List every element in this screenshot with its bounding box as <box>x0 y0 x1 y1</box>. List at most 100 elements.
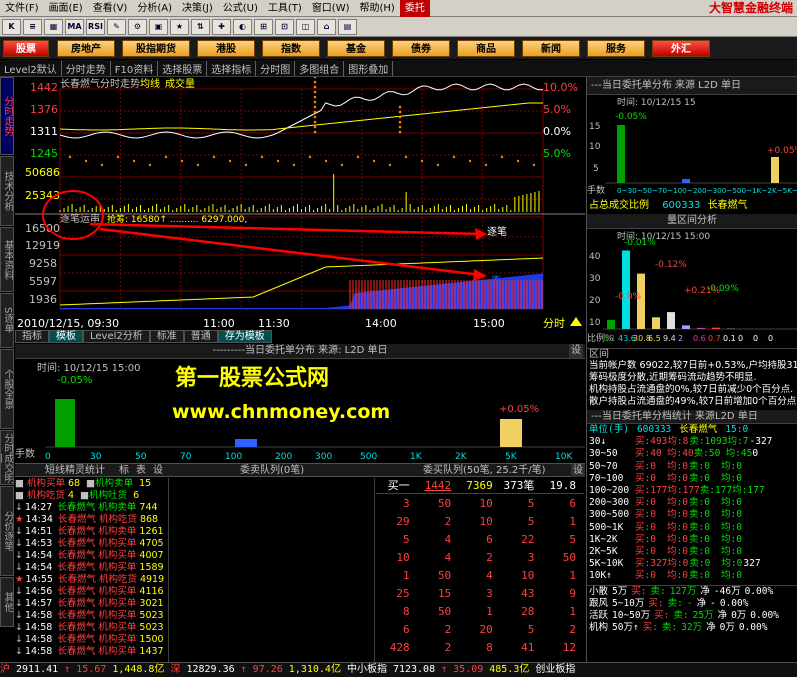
dist-row-label: 手数 <box>15 447 35 460</box>
sprite-row[interactable]: ↓ 14:51 长春燃气 机构卖单 1261 <box>15 526 167 538</box>
sprite-row[interactable]: ↓ 14:27 长春燃气 机构卖单 744 <box>15 502 167 514</box>
menu-analysis[interactable]: 分析(A) <box>132 0 177 17</box>
subbar-item-5[interactable]: 分时图 <box>256 60 296 76</box>
subbar-item-2[interactable]: F10资料 <box>111 60 159 76</box>
menu-help[interactable]: 帮助(H) <box>355 0 400 17</box>
sprite-row[interactable]: ★ 14:55 长春燃气 机构吃货 4919 <box>15 574 167 586</box>
toolbar-icon-1[interactable]: ≡ <box>23 18 42 35</box>
subbar-item-7[interactable]: 图形叠加 <box>344 60 394 76</box>
tab-standard[interactable]: 标准 <box>149 330 184 343</box>
queue-cell: 41 <box>521 641 535 654</box>
category-5[interactable]: 基金 <box>327 39 385 57</box>
queue-cell: 20 <box>479 623 493 636</box>
toolbar-icon-16[interactable]: ▤ <box>338 18 357 35</box>
category-7[interactable]: 商品 <box>457 39 515 57</box>
tab-template[interactable]: 模板 <box>49 330 83 343</box>
sprite-row[interactable]: ■ 机构吃货 4 ■机构吐货 6 <box>15 490 167 502</box>
sprite-row[interactable]: ↓ 14:56 长春燃气 机构买单 4116 <box>15 586 167 598</box>
toolbar-icon-14[interactable]: ◫ <box>296 18 315 35</box>
toolbar-icon-13[interactable]: ⊡ <box>275 18 294 35</box>
queue-row[interactable]: 428 2 8 41 12 <box>376 640 584 656</box>
toolbar-icon-11[interactable]: ◐ <box>233 18 252 35</box>
tab-save-template[interactable]: 存为模板 <box>217 330 272 343</box>
timeframe-label[interactable]: 分时 <box>543 317 565 329</box>
sprite-time: 14:27 <box>24 502 53 513</box>
category-3[interactable]: 港股 <box>197 39 255 57</box>
tab-sprite-settings[interactable]: 设 <box>153 464 163 477</box>
category-9[interactable]: 服务 <box>587 39 645 57</box>
vtab-2[interactable]: 基本资料 <box>0 227 14 292</box>
toolbar-icon-0[interactable]: K <box>2 18 21 35</box>
subbar-item-3[interactable]: 选择股票 <box>158 60 208 76</box>
vtab-5[interactable]: 分时成交明细 <box>0 430 14 485</box>
subbar-item-0[interactable]: Level2默认 <box>0 60 62 76</box>
menu-trade[interactable]: 委托 <box>399 0 430 17</box>
vtab-7[interactable]: 其他 <box>0 577 14 627</box>
menu-tools[interactable]: 工具(T) <box>263 0 307 17</box>
dist-settings-button[interactable]: 设 <box>569 344 583 358</box>
toolbar-icon-4[interactable]: RSI <box>86 18 105 35</box>
queue-row[interactable]: 6 2 20 5 2 <box>376 622 584 638</box>
sprite-row[interactable]: ↓ 14:58 长春燃气 机构买单 1500 <box>15 634 167 646</box>
menu-screen[interactable]: 画面(E) <box>44 0 88 17</box>
queue-row[interactable]: 3 50 10 5 6 <box>376 496 584 512</box>
category-8[interactable]: 新闻 <box>522 39 580 57</box>
vtab-0[interactable]: 分时走势 <box>0 77 14 155</box>
menu-decision[interactable]: 决策(J) <box>177 0 218 17</box>
intraday-chart[interactable]: 长春燃气分时走势 均线 成交量 1442 1376 1311 1245 10.0… <box>15 77 585 329</box>
menu-formula[interactable]: 公式(U) <box>218 0 263 17</box>
category-1[interactable]: 房地产 <box>57 39 115 57</box>
tab-table[interactable]: 表 <box>136 464 146 477</box>
toolbar-icon-3[interactable]: MA <box>65 18 84 35</box>
queue-row[interactable]: 8 50 1 28 1 <box>376 604 584 620</box>
queue-row[interactable]: 5 4 6 22 5 <box>376 532 584 548</box>
sprite-row[interactable]: ↓ 14:53 长春燃气 机构买单 4705 <box>15 538 167 550</box>
toolbar-icon-8[interactable]: ★ <box>170 18 189 35</box>
tab-normal[interactable]: 普通 <box>183 330 218 343</box>
category-0[interactable]: 股票 <box>3 39 49 57</box>
vr-scale-30: 30 <box>589 274 601 284</box>
tab-level2-analysis[interactable]: Level2分析 <box>83 330 150 343</box>
category-6[interactable]: 债券 <box>392 39 450 57</box>
right-xlabels: 0~30~50~70~100~200~300~500~1K~2K~5K~10K <box>617 186 797 195</box>
vtab-6[interactable]: 分价逐笔 <box>0 486 14 576</box>
toolbar-icon-9[interactable]: ⇅ <box>191 18 210 35</box>
toolbar-icon-12[interactable]: ⊞ <box>254 18 273 35</box>
sprite-row[interactable]: ↓ 14:57 长春燃气 机构买单 3021 <box>15 598 167 610</box>
queue-row[interactable]: 1 50 4 10 1 <box>376 568 584 584</box>
vr-val-6: 0.6 <box>693 334 706 343</box>
menu-view[interactable]: 查看(V) <box>88 0 133 17</box>
vtab-4[interactable]: 个股全景 <box>0 349 14 429</box>
category-2[interactable]: 股指期货 <box>122 39 190 57</box>
menu-window[interactable]: 窗口(W) <box>307 0 355 17</box>
sprite-row[interactable]: ↓ 14:54 长春燃气 机构买单 1589 <box>15 562 167 574</box>
toolbar-icon-6[interactable]: ⚙ <box>128 18 147 35</box>
sprite-row[interactable]: ↓ 14:58 长春燃气 机构买单 5023 <box>15 610 167 622</box>
sprite-row[interactable]: ↓ 14:58 长春燃气 机构买单 5023 <box>15 622 167 634</box>
sprite-row[interactable]: ↓ 14:54 长春燃气 机构买单 4007 <box>15 550 167 562</box>
queue-row[interactable]: 25 15 3 43 9 <box>376 586 584 602</box>
toolbar-icon-2[interactable]: ▦ <box>44 18 63 35</box>
toolbar-icon-5[interactable]: ✎ <box>107 18 126 35</box>
queue-settings-button[interactable]: 设 <box>571 464 585 477</box>
queue-header-cell: 1442 <box>424 479 452 492</box>
sprite-row[interactable]: ■ 机构买单 68 ■机构卖单 15 <box>15 478 167 490</box>
queue-row[interactable]: 29 2 10 5 1 <box>376 514 584 530</box>
toolbar-icon-7[interactable]: ▣ <box>149 18 168 35</box>
toolbar-icon-15[interactable]: ⌂ <box>317 18 336 35</box>
menu-file[interactable]: 文件(F) <box>0 0 44 17</box>
vtab-1[interactable]: 技术分析 <box>0 156 14 226</box>
vtab-3[interactable]: S逐单 <box>0 293 14 348</box>
subbar-item-4[interactable]: 选择指标 <box>207 60 257 76</box>
tab-indicator[interactable]: 指标 <box>15 330 49 343</box>
subbar-item-1[interactable]: 分时走势 <box>62 60 111 76</box>
tab-sprite-stats[interactable]: 短线精灵统计 <box>45 464 105 477</box>
sprite-row[interactable]: ↓ 14:58 长春燃气 机构买单 1437 <box>15 646 167 658</box>
category-10[interactable]: 外汇 <box>652 39 710 57</box>
queue-row[interactable]: 10 4 2 3 50 <box>376 550 584 566</box>
category-4[interactable]: 指数 <box>262 39 320 57</box>
subbar-item-6[interactable]: 多图组合 <box>295 60 345 76</box>
tab-mark[interactable]: 标 <box>119 464 129 477</box>
sprite-row[interactable]: ★ 14:34 长春燃气 机构吃货 868 <box>15 514 167 526</box>
toolbar-icon-10[interactable]: ✚ <box>212 18 231 35</box>
